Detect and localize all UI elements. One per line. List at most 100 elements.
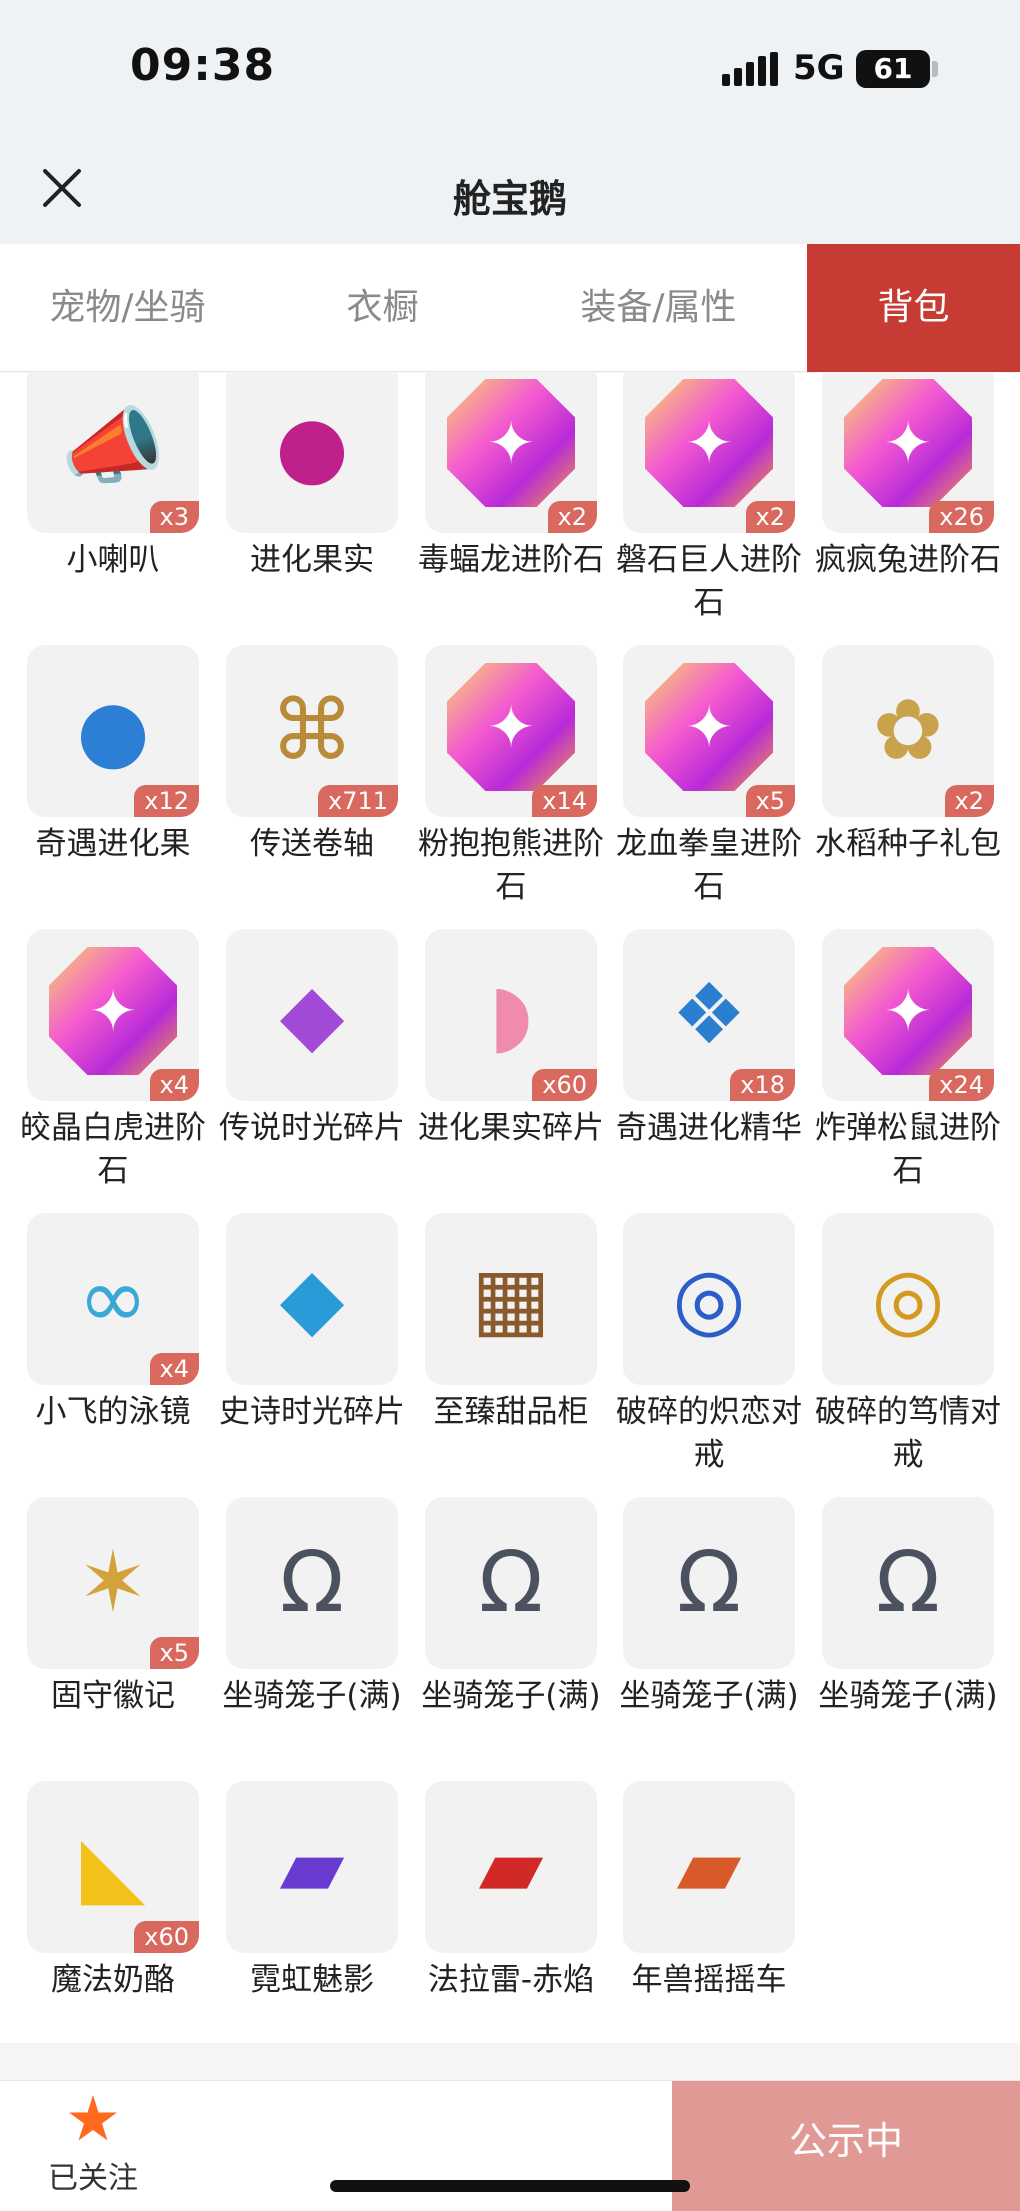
- tab-bar: 宠物/坐骑 衣橱 装备/属性 背包: [0, 244, 1020, 372]
- nav-bar: 舱宝鹅: [0, 140, 1020, 244]
- item-label: 龙血拳皇进阶石: [616, 826, 802, 905]
- red-car-icon: ▰: [478, 1817, 544, 1915]
- item-thumbnail: 📣 x3: [27, 373, 199, 533]
- inventory-item[interactable]: ❖ x18 奇遇进化精华: [616, 929, 802, 1150]
- item-thumbnail: ∞ x4: [27, 1213, 199, 1385]
- inventory-item[interactable]: ✦ x2 毒蝠龙进阶石: [418, 373, 604, 582]
- inventory-item[interactable]: ◆ 传说时光碎片: [219, 929, 405, 1150]
- item-label: 粉抱抱熊进阶石: [418, 826, 604, 905]
- item-count-badge: x18: [730, 1069, 795, 1101]
- item-thumbnail: ✦ x2: [425, 373, 597, 533]
- inventory-grid: 📣 x3 小喇叭 ● 进化果实 ✦ x2 毒蝠龙进阶石 ✦ x2 磐石巨人进阶石 ✦ x26 疯疯兔进阶石…: [0, 373, 1020, 2043]
- inventory-item[interactable]: ✿ x2 水稻种子礼包: [815, 645, 1001, 866]
- tab-backpack[interactable]: 背包: [807, 244, 1020, 372]
- inventory-item[interactable]: ● 进化果实: [226, 373, 398, 582]
- tab-pets-mounts[interactable]: 宠物/坐骑: [0, 244, 255, 372]
- item-thumbnail: ✦ x24: [822, 929, 994, 1101]
- item-label: 疯疯兔进阶石: [815, 542, 1001, 578]
- inventory-item[interactable]: ▦ 至臻甜品柜: [425, 1213, 597, 1434]
- item-count-badge: x24: [929, 1069, 994, 1101]
- item-thumbnail: Ω: [226, 1497, 398, 1669]
- item-label: 进化果实: [250, 542, 374, 578]
- item-thumbnail: Ω: [425, 1497, 597, 1669]
- inventory-item[interactable]: Ω 坐骑笼子(满): [619, 1497, 799, 1718]
- item-label: 传说时光碎片: [219, 1110, 405, 1146]
- fruit-fragment-icon: ◗: [488, 965, 534, 1063]
- inventory-item[interactable]: ✦ x26 疯疯兔进阶石: [815, 373, 1001, 582]
- inventory-item[interactable]: Ω 坐骑笼子(满): [421, 1497, 601, 1718]
- advance-stone-icon: ✦: [844, 947, 972, 1075]
- signal-icon: [722, 52, 778, 86]
- item-label: 坐骑笼子(满): [421, 1678, 601, 1714]
- mount-cage-icon: Ω: [279, 1533, 345, 1631]
- inventory-item[interactable]: ◗ x60 进化果实碎片: [418, 929, 604, 1150]
- nian-kart-icon: ▰: [676, 1817, 742, 1915]
- item-thumbnail: ◣ x60: [27, 1781, 199, 1953]
- advance-stone-icon: ✦: [645, 379, 773, 507]
- item-count-badge: x5: [745, 785, 795, 817]
- item-label: 小喇叭: [66, 542, 160, 578]
- item-label: 奇遇进化精华: [616, 1110, 802, 1146]
- inventory-item[interactable]: Ω 坐骑笼子(满): [818, 1497, 998, 1718]
- follow-button[interactable]: 已关注: [30, 2081, 160, 2211]
- mount-cage-icon: Ω: [875, 1533, 941, 1631]
- item-label: 奇遇进化果: [35, 826, 191, 862]
- inventory-item[interactable]: ● x12 奇遇进化果: [27, 645, 199, 866]
- item-label: 破碎的笃情对戒: [815, 1394, 1001, 1473]
- essence-icon: ❖: [671, 965, 747, 1063]
- cheese-icon: ◣: [80, 1817, 146, 1915]
- goggles-icon: ∞: [78, 1249, 148, 1347]
- item-thumbnail: ◎: [822, 1213, 994, 1385]
- inventory-item[interactable]: Ω 坐骑笼子(满): [222, 1497, 402, 1718]
- tab-equipment[interactable]: 装备/属性: [510, 244, 807, 372]
- item-count-badge: x3: [149, 501, 199, 533]
- inventory-item[interactable]: ✦ x14 粉抱抱熊进阶石: [418, 645, 604, 909]
- inventory-item[interactable]: ✦ x4 皎晶白虎进阶石: [20, 929, 206, 1193]
- network-type: 5G: [793, 48, 845, 88]
- item-thumbnail: ◗ x60: [425, 929, 597, 1101]
- item-label: 水稻种子礼包: [815, 826, 1001, 862]
- advance-stone-icon: ✦: [49, 947, 177, 1075]
- item-count-badge: x711: [317, 785, 398, 817]
- item-count-badge: x12: [134, 785, 199, 817]
- advance-stone-icon: ✦: [844, 379, 972, 507]
- status-time: 09:38: [130, 40, 276, 91]
- item-thumbnail: ✦ x4: [27, 929, 199, 1101]
- item-thumbnail: ⌘ x711: [226, 645, 398, 817]
- inventory-item[interactable]: ◎ 破碎的炽恋对戒: [616, 1213, 802, 1477]
- neon-kart-icon: ▰: [279, 1817, 345, 1915]
- publish-button[interactable]: 公示中: [672, 2081, 1020, 2211]
- inventory-item[interactable]: ⌘ x711 传送卷轴: [226, 645, 398, 866]
- item-count-badge: x2: [745, 501, 795, 533]
- item-count-badge: x2: [547, 501, 597, 533]
- inventory-item[interactable]: ∞ x4 小飞的泳镜: [27, 1213, 199, 1434]
- inventory-item[interactable]: ✦ x24 炸弹松鼠进阶石: [815, 929, 1001, 1193]
- item-label: 小飞的泳镜: [35, 1394, 191, 1430]
- item-label: 进化果实碎片: [418, 1110, 604, 1146]
- page-title: 舱宝鹅: [452, 177, 567, 221]
- item-count-badge: x5: [149, 1637, 199, 1669]
- inventory-item[interactable]: ✶ x5 固守徽记: [27, 1497, 199, 1718]
- item-thumbnail: ❖ x18: [623, 929, 795, 1101]
- inventory-item[interactable]: ▰ 法拉雷-赤焰: [425, 1781, 597, 2002]
- battery-icon: 61: [856, 50, 930, 88]
- item-label: 破碎的炽恋对戒: [616, 1394, 802, 1473]
- advance-stone-icon: ✦: [447, 663, 575, 791]
- adventure-fruit-icon: ●: [76, 681, 150, 779]
- inventory-item[interactable]: ◣ x60 魔法奶酪: [27, 1781, 199, 2002]
- inventory-item[interactable]: ✦ x2 磐石巨人进阶石: [616, 373, 802, 625]
- inventory-item[interactable]: ◎ 破碎的笃情对戒: [815, 1213, 1001, 1477]
- item-count-badge: x2: [944, 785, 994, 817]
- inventory-item[interactable]: ✦ x5 龙血拳皇进阶石: [616, 645, 802, 909]
- item-label: 坐骑笼子(满): [818, 1678, 998, 1714]
- inventory-item[interactable]: 📣 x3 小喇叭: [27, 373, 199, 582]
- epic-fragment-icon: ◆: [279, 1249, 345, 1347]
- item-thumbnail: ✦ x2: [623, 373, 795, 533]
- item-thumbnail: ▰: [226, 1781, 398, 1953]
- inventory-item[interactable]: ◆ 史诗时光碎片: [219, 1213, 405, 1434]
- item-label: 法拉雷-赤焰: [427, 1962, 595, 1998]
- tab-wardrobe[interactable]: 衣橱: [255, 244, 510, 372]
- item-thumbnail: ●: [226, 373, 398, 533]
- inventory-item[interactable]: ▰ 年兽摇摇车: [623, 1781, 795, 2002]
- inventory-item[interactable]: ▰ 霓虹魅影: [226, 1781, 398, 2002]
